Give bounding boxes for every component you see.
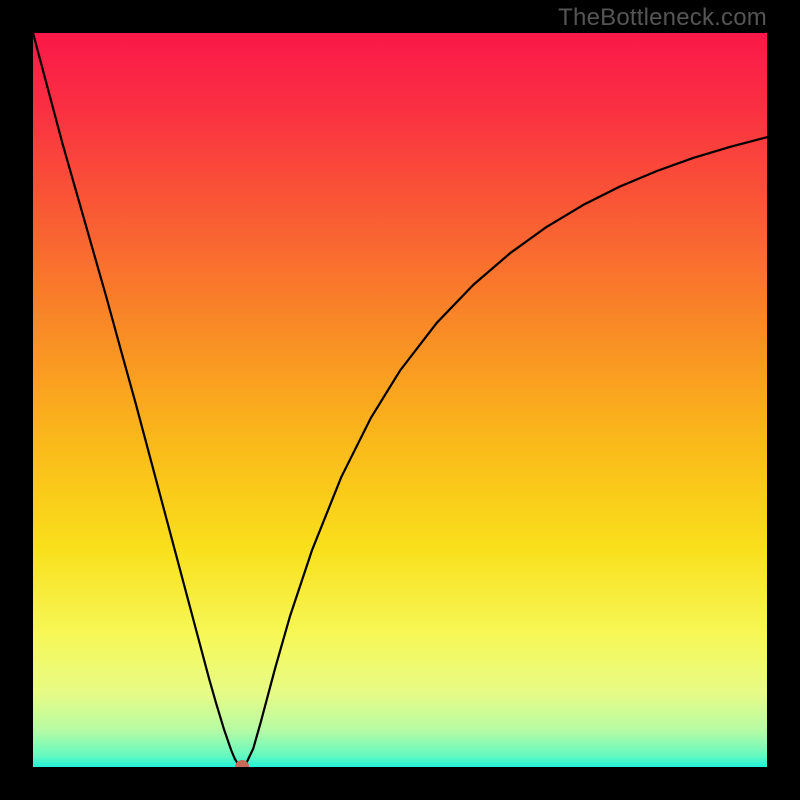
gradient-background	[33, 33, 767, 767]
chart-container: TheBottleneck.com	[0, 0, 800, 800]
watermark-text: TheBottleneck.com	[558, 4, 767, 32]
plot-area	[33, 33, 767, 767]
plot-svg	[33, 33, 767, 767]
